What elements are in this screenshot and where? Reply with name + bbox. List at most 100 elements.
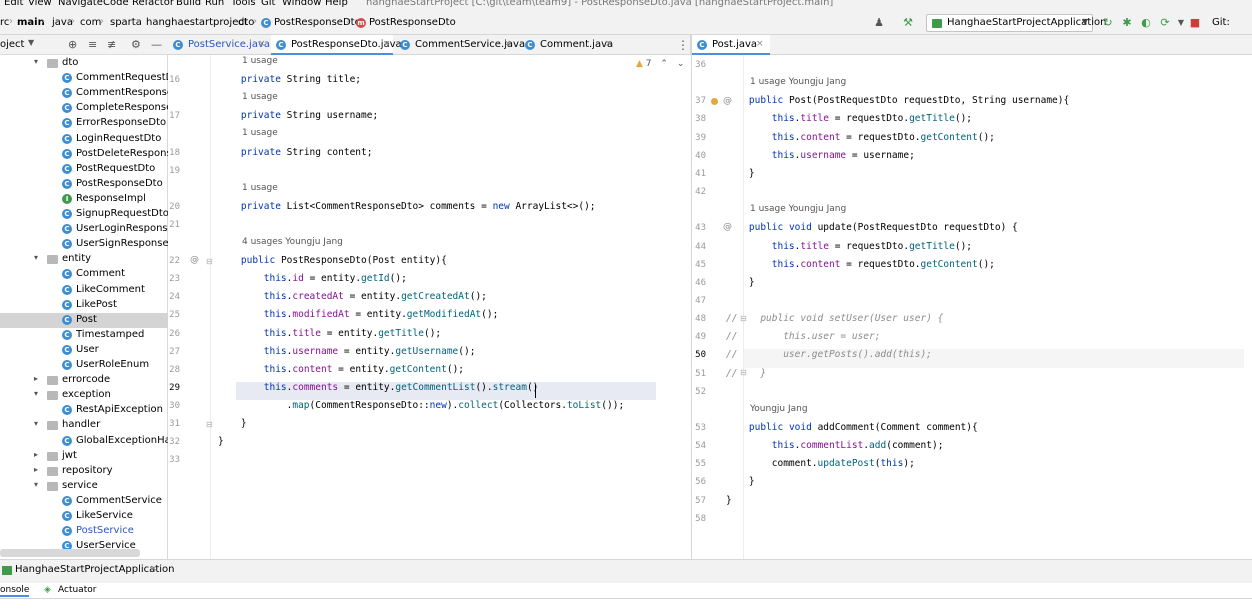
inspection-warning-badge[interactable]: ▲ 7 ⌃ ⌄ (636, 59, 684, 69)
fold-icon[interactable]: ⊟ (206, 257, 213, 266)
stop-icon[interactable]: ■ (1188, 16, 1202, 30)
override-marker-icon[interactable]: @ (190, 255, 199, 265)
override-marker-icon[interactable]: @ (723, 222, 732, 232)
breadcrumb-dto[interactable]: dto (238, 17, 254, 28)
tree-item[interactable]: C User (0, 343, 168, 358)
bulb-icon[interactable] (711, 98, 718, 105)
tab-comment[interactable]: C Comment.java × (520, 35, 616, 55)
minimize-icon[interactable]: — (151, 38, 162, 51)
gear-icon[interactable]: ⚙ (131, 38, 141, 51)
code-line[interactable]: this.username = username; this.username … (726, 150, 915, 161)
code-vision-hint[interactable]: 1 usage Youngju Jang (750, 77, 846, 87)
tree-item[interactable]: C Timestamped (0, 328, 168, 343)
close-icon[interactable]: × (383, 39, 391, 49)
tree-folder[interactable]: ▾ handler (0, 418, 168, 433)
chevron-down-icon[interactable]: ▼ (28, 38, 34, 47)
menu-run[interactable]: Run (205, 0, 224, 8)
coverage-icon[interactable]: ◐ (1139, 16, 1153, 30)
tree-item[interactable]: C PostRequestDto (0, 162, 168, 177)
tab-postservice[interactable]: C PostService.java × (168, 35, 270, 55)
chevron-right-icon[interactable]: ▸ (34, 450, 38, 459)
code-line[interactable]: this.title = requestDto.getTitle(); this… (726, 241, 972, 252)
menu-tools[interactable]: Tools (231, 0, 256, 8)
code-line[interactable]: public void update(PostRequestDto reques… (726, 222, 1018, 233)
fold-icon[interactable]: ⊟ (206, 420, 213, 429)
code-line[interactable]: } } (726, 476, 755, 487)
menu-git[interactable]: Git (261, 0, 275, 8)
debug-icon[interactable]: ✱ (1120, 16, 1134, 30)
code-line[interactable]: public void addComment(Comment comment){… (726, 422, 978, 433)
tree-item[interactable]: C ErrorResponseDto (0, 116, 168, 131)
close-icon[interactable]: × (605, 39, 613, 49)
run-tab[interactable]: HanghaeStartProjectApplication × (0, 564, 174, 575)
collapse-all-icon[interactable]: ≢ (107, 38, 116, 51)
menu-navigate[interactable]: Navigate (58, 0, 103, 8)
code-line[interactable]: this.id = entity.getId(); this.id = enti… (218, 273, 407, 284)
hammer-icon[interactable]: ⚒ (901, 16, 915, 30)
tree-item[interactable]: C PostDeleteResponseDto (0, 147, 168, 162)
code-line[interactable]: }} (218, 436, 224, 447)
tree-item[interactable]: C SignupRequestDto (0, 207, 168, 222)
tree-folder[interactable]: ▸ jwt (0, 449, 168, 464)
expand-all-icon[interactable]: ≡ (88, 38, 97, 51)
code-line[interactable]: // user.getPosts().add(this);// user.get… (726, 349, 932, 360)
menu-code[interactable]: Code (103, 0, 129, 8)
target-icon[interactable]: ⊕ (68, 38, 77, 51)
code-vision-hint[interactable]: Youngju Jang (750, 404, 808, 414)
code-line[interactable]: } } (218, 418, 247, 429)
tree-item[interactable]: C LikeComment (0, 283, 168, 298)
run-config-select[interactable]: HanghaeStartProjectApplication ▼ (926, 14, 1106, 32)
code-vision-hint[interactable]: 1 usage (242, 92, 278, 102)
code-line[interactable]: } } (726, 168, 755, 179)
code-editor-right[interactable]: 36 1 usage Youngju Jang 37 public Post(Pos… (692, 55, 1252, 559)
fold-icon[interactable]: ⊟ (740, 314, 747, 323)
code-line[interactable]: public PostResponseDto(Post entity){ pub… (218, 255, 447, 266)
code-vision-hint[interactable]: 1 usage (242, 183, 278, 193)
tree-item[interactable]: C LikePost (0, 298, 168, 313)
tree-folder[interactable]: ▸ repository (0, 464, 168, 479)
chevron-down-icon[interactable]: ▾ (34, 480, 38, 489)
tree-item[interactable]: C CompleteResponseDto (0, 101, 168, 116)
user-icon[interactable]: ♟ (872, 16, 886, 30)
menu-view[interactable]: View (28, 0, 52, 8)
tree-item[interactable]: I ResponseImpl (0, 192, 168, 207)
code-line[interactable]: this.title = entity.getTitle(); this.tit… (218, 328, 441, 339)
tree-item[interactable]: C GlobalExceptionHandler (0, 434, 168, 449)
more-tabs-icon[interactable]: ⋮ (677, 38, 689, 52)
breadcrumb-method[interactable]: m PostResponseDto (356, 17, 456, 28)
code-line[interactable]: private List<CommentResponseDto> comment… (218, 201, 596, 212)
code-line[interactable]: this.commentList.add(comment); this.comm… (726, 440, 944, 451)
menu-help[interactable]: Help (325, 0, 348, 8)
code-line[interactable]: this.content = requestDto.getContent(); … (726, 132, 995, 143)
close-icon[interactable]: × (756, 39, 764, 49)
menu-edit[interactable]: Edit (4, 0, 23, 8)
tab-console[interactable]: onsole (0, 585, 30, 597)
code-line[interactable]: }} (726, 495, 732, 506)
breadcrumb-com[interactable]: com (80, 17, 101, 28)
tab-actuator[interactable]: ◈ Actuator (44, 585, 96, 595)
menu-window[interactable]: Window (282, 0, 321, 8)
chevron-down-icon[interactable]: ▾ (34, 389, 38, 398)
code-line[interactable]: this.comments = entity.getCommentList().… (218, 382, 539, 393)
chevron-down-icon[interactable]: ▾ (34, 419, 38, 428)
breadcrumb-rc[interactable]: rc (0, 17, 9, 28)
override-marker-icon[interactable]: @ (723, 96, 732, 106)
code-line[interactable]: this.createdAt = entity.getCreatedAt(); … (218, 291, 487, 302)
tree-folder[interactable]: ▾ service (0, 479, 168, 494)
menu-build[interactable]: Build (176, 0, 201, 8)
code-line[interactable]: private String content; private String c… (218, 147, 373, 158)
project-panel-title[interactable]: oject (0, 39, 24, 50)
chevron-down-icon[interactable]: ⌄ (677, 59, 685, 69)
code-line[interactable]: this.title = requestDto.getTitle(); this… (726, 113, 972, 124)
tree-item[interactable]: C CommentRequestDto (0, 71, 168, 86)
code-line[interactable]: // public void setUser(User user) {// pu… (726, 313, 943, 324)
code-vision-hint[interactable]: 1 usage (242, 128, 278, 138)
chevron-up-icon[interactable]: ⌃ (660, 59, 668, 69)
code-line[interactable]: this.username = entity.getUsername(); th… (218, 346, 476, 357)
close-icon[interactable]: × (150, 564, 158, 574)
tree-folder[interactable]: ▾ dto (0, 56, 168, 71)
tree-folder[interactable]: ▾ entity (0, 252, 168, 267)
tab-commentservice[interactable]: C CommentService.java × (395, 35, 525, 55)
tree-item[interactable]: C CommentResponseDto (0, 86, 168, 101)
horizontal-scrollbar[interactable] (0, 549, 140, 557)
